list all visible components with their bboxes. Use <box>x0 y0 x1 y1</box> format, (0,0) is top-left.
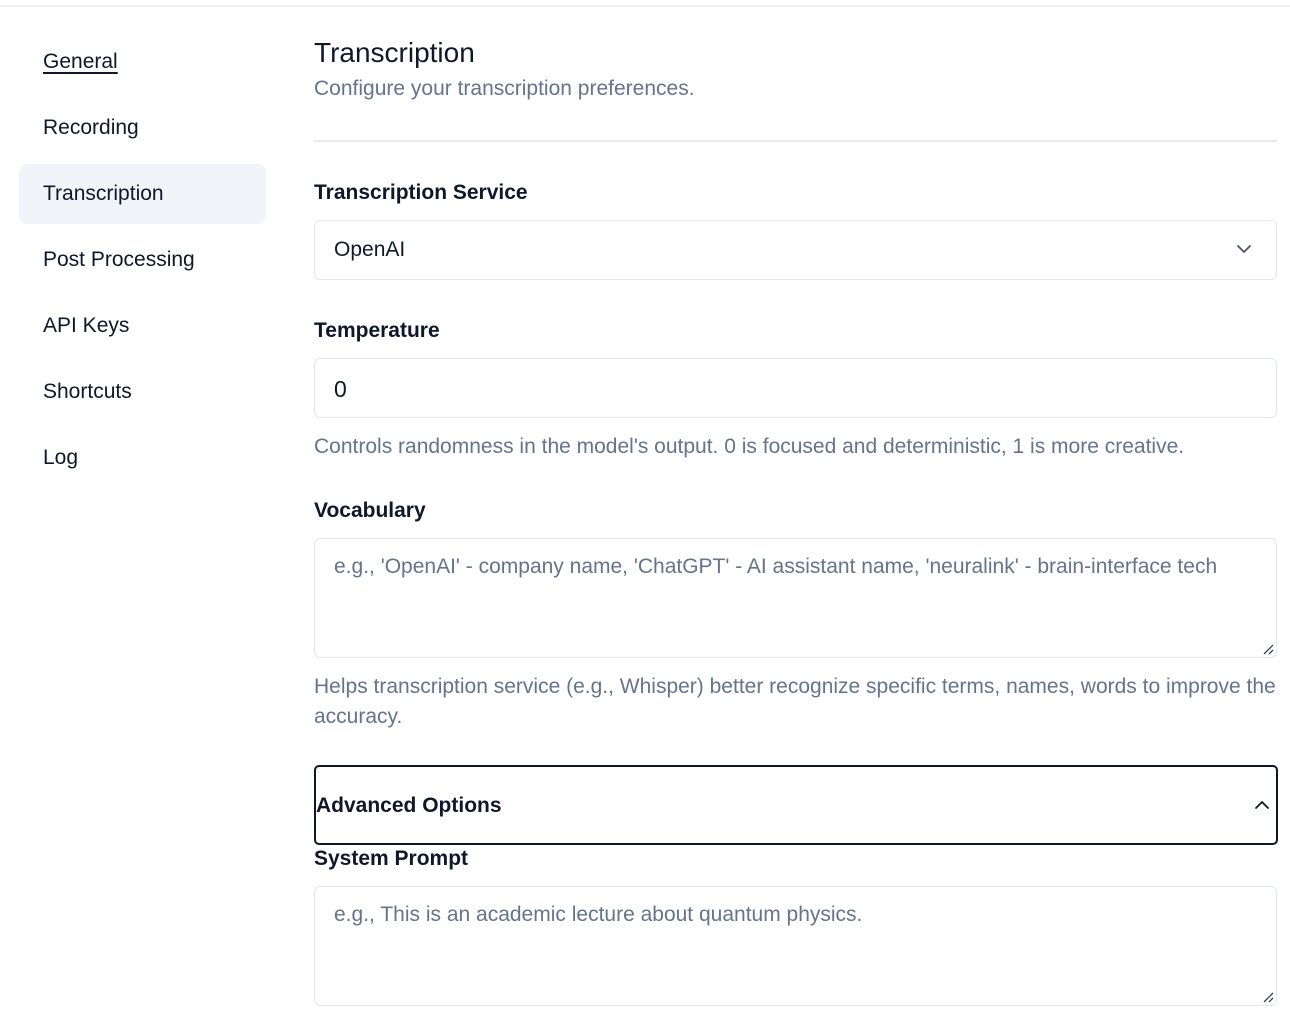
sidebar-item-label: General <box>43 50 118 73</box>
page-title: Transcription <box>314 37 475 68</box>
temperature-help-text: Controls randomness in the model's outpu… <box>314 435 1185 458</box>
vocabulary-label: Vocabulary <box>314 499 426 522</box>
vocabulary-textarea[interactable]: e.g., 'OpenAI' - company name, 'ChatGPT'… <box>314 538 1277 658</box>
sidebar-item-label: Post Processing <box>43 248 195 271</box>
temperature-value: 0 <box>334 376 347 402</box>
transcription-service-value: OpenAI <box>334 238 406 261</box>
sidebar-item-api-keys[interactable]: API Keys <box>19 296 266 356</box>
sidebar-item-recording[interactable]: Recording <box>19 98 266 158</box>
sidebar-item-label: Log <box>43 446 79 469</box>
advanced-options-toggle[interactable]: Advanced Options <box>314 765 1278 845</box>
temperature-input[interactable]: 0 <box>314 358 1277 418</box>
system-prompt-textarea[interactable]: e.g., This is an academic lecture about … <box>314 886 1277 1006</box>
sidebar-item-transcription[interactable]: Transcription <box>19 164 266 224</box>
system-prompt-placeholder: e.g., This is an academic lecture about … <box>334 903 863 926</box>
vocabulary-help-text: Helps transcription service (e.g., Whisp… <box>314 675 1276 728</box>
sidebar-item-shortcuts[interactable]: Shortcuts <box>19 362 266 422</box>
top-border <box>0 0 1290 7</box>
vocabulary-placeholder: e.g., 'OpenAI' - company name, 'ChatGPT'… <box>334 555 1218 578</box>
sidebar-item-general[interactable]: General <box>19 32 266 92</box>
advanced-options-label: Advanced Options <box>316 794 502 817</box>
page-subtitle: Configure your transcription preferences… <box>314 77 695 100</box>
chevron-up-icon <box>1255 801 1269 809</box>
sidebar-item-label: Transcription <box>43 182 164 205</box>
chevron-down-icon <box>1237 245 1251 253</box>
sidebar-item-label: Recording <box>43 116 139 139</box>
sidebar-item-label: API Keys <box>43 314 130 337</box>
settings-sidebar: General Recording Transcription Post Pro… <box>19 32 266 494</box>
transcription-service-select[interactable]: OpenAI <box>314 220 1277 280</box>
resize-handle-icon[interactable] <box>1262 991 1274 1003</box>
system-prompt-label: System Prompt <box>314 847 469 870</box>
sidebar-item-post-processing[interactable]: Post Processing <box>19 230 266 290</box>
section-divider <box>314 140 1277 142</box>
temperature-label: Temperature <box>314 319 440 342</box>
sidebar-item-label: Shortcuts <box>43 380 132 403</box>
resize-handle-icon[interactable] <box>1262 643 1274 655</box>
sidebar-item-log[interactable]: Log <box>19 428 266 488</box>
transcription-service-label: Transcription Service <box>314 181 528 204</box>
